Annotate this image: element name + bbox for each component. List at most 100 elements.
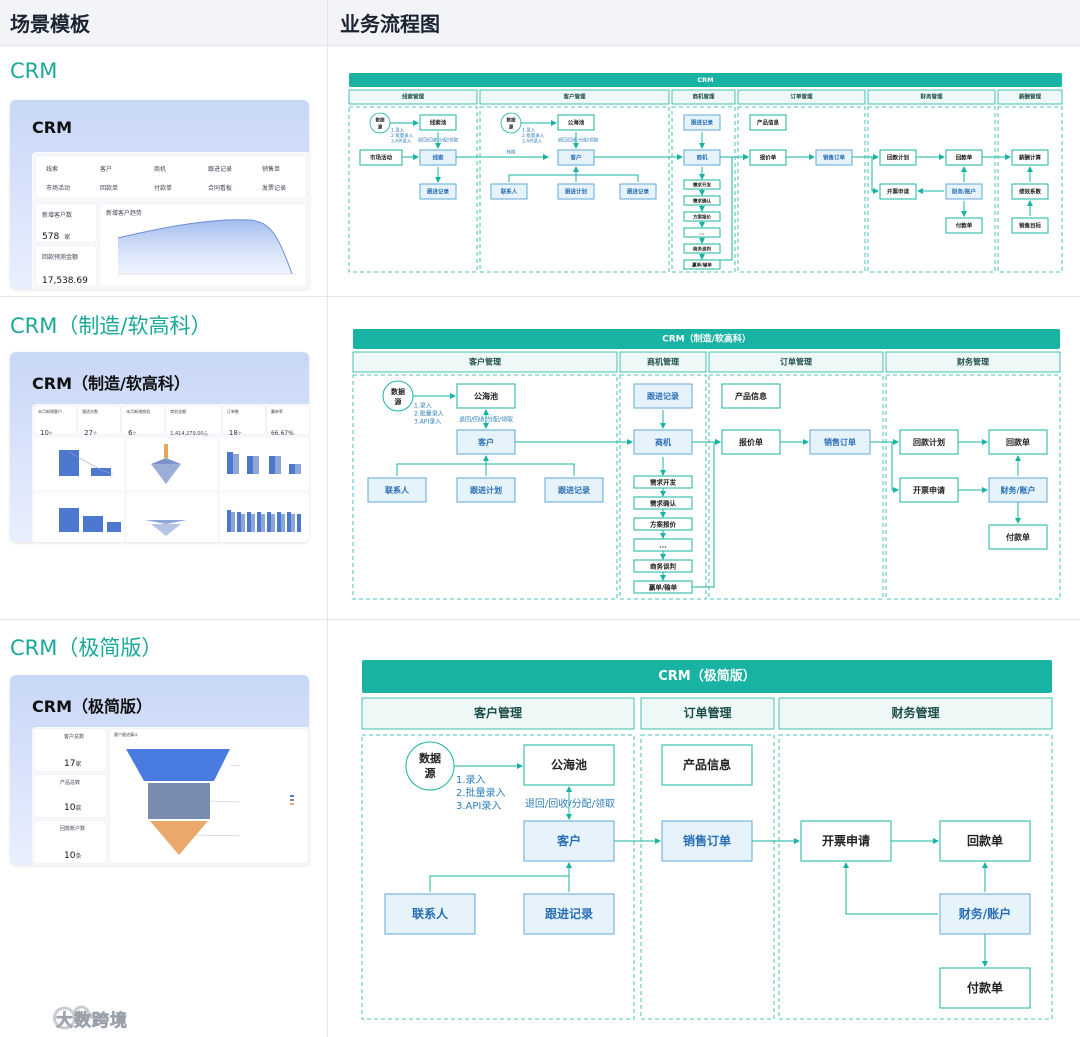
entry-label: 1.录入 (522, 127, 536, 134)
stat-unit: 元 (203, 431, 208, 436)
stat-unit: 个 (132, 431, 137, 436)
flow-arrow (429, 862, 572, 892)
entry-label: 3.API录入 (522, 138, 543, 145)
section-header-label: 订单管理 (780, 357, 812, 367)
stat-card: 跟进次数 27个 (78, 406, 121, 437)
stat-card: 客户总数 17家 (34, 729, 106, 771)
thumbnail-title: CRM (32, 118, 72, 137)
nav-item[interactable]: 线索 (36, 164, 90, 173)
stat-card: 回款账户数 10条 (34, 821, 106, 863)
stat-value: 10 (64, 851, 76, 861)
node-opp-follow-label: 跟进记录 (691, 119, 714, 127)
stat-value: 1,414,279.00 (170, 431, 204, 437)
node-contact-label: 联系人 (412, 906, 449, 921)
node-product-label: 产品信息 (735, 391, 767, 401)
stat-label: 客户总数 (64, 734, 85, 740)
row-divider (0, 619, 1080, 620)
stat-unit: 家 (64, 234, 71, 241)
node-stage-label: 商务谈判 (693, 246, 711, 253)
stat-label: 本月新增商机 (126, 409, 151, 414)
node-quote-label: 报价单 (739, 437, 763, 447)
stat-unit: 条 (75, 853, 82, 860)
stat-value: 10 (64, 803, 76, 813)
entry-label: 2.批量录入 (456, 786, 506, 799)
entry-label: 1.录入 (414, 402, 432, 410)
section-header-label: 客户管理 (562, 93, 586, 101)
entry-label: 2.批量录入 (522, 132, 545, 139)
nav-item[interactable]: 跟进记录 (198, 164, 252, 173)
scene-thumbnail-crm-manufacturing[interactable]: CRM（制造/软高科） 本月新增客户 10个 跟进次数 27个 本月新增商机 6个 商… (10, 352, 309, 542)
stat-label: 商机金额 (170, 409, 187, 414)
node-product-label: 产品信息 (757, 119, 780, 127)
node-stage-label: 方案报价 (650, 520, 677, 529)
nav-item[interactable]: 市场活动 (36, 183, 90, 192)
stat-unit: 个 (92, 431, 97, 436)
stat-value: 578 (42, 232, 60, 242)
node-opp-label: 商机 (696, 154, 708, 162)
node-cust-follow-label: 跟进记录 (627, 188, 650, 196)
node-stage-label: 需求开发 (650, 478, 677, 487)
entry-label: 1.录入 (456, 774, 486, 786)
scene-title-crm-manufacturing[interactable]: CRM（制造/软高科） (10, 310, 211, 340)
nav-item[interactable]: 商机 (144, 164, 198, 173)
node-contact-label: 联系人 (501, 188, 518, 196)
node-stage-label: 赢单/输单 (692, 262, 712, 269)
datasource-label: 数据 (419, 751, 441, 765)
node-product-label: 产品信息 (683, 757, 731, 772)
node-sales-label: 销售订单 (683, 833, 731, 848)
node-plan-label: 跟进计划 (470, 485, 502, 495)
nav-item[interactable]: 发票记录 (252, 183, 306, 192)
scene-title-crm[interactable]: CRM (10, 59, 57, 83)
convert-label: 转换 (507, 149, 516, 156)
section-header-label: 商机管理 (647, 357, 679, 367)
node-stage-label: ... (659, 542, 666, 550)
stat-value: 17 (64, 759, 76, 769)
stat-label: 回款预测金额 (42, 254, 79, 261)
flow-arrow (871, 157, 879, 194)
reassign-label: 退回/回收/分配/领取 (558, 137, 599, 144)
node-market-label: 市场活动 (370, 154, 393, 162)
funnel-chart (126, 749, 294, 855)
flow-crm-lite: CRM（极简版） 客户管理 订单管理 财务管理 数据源 公海池 客户 联系人 跟进记录 产品信息销… (360, 658, 1056, 1024)
node-target-label: 销售目标 (1019, 222, 1042, 230)
node-plan-label: 跟进计划 (565, 188, 588, 196)
trend-chart-card: 新增客户趋势 (100, 204, 306, 286)
entry-label: 3.API录入 (391, 138, 412, 145)
node-opp-label: 商机 (655, 437, 671, 447)
datasource-label: 源 (509, 124, 514, 131)
swimlane (348, 106, 478, 273)
nav-item[interactable]: 回款单 (90, 183, 144, 192)
section-header-label: 客户管理 (473, 705, 522, 720)
stat-unit: 个 (48, 431, 53, 436)
stat-value: 18 (228, 429, 238, 437)
node-customer-label: 客户 (569, 154, 581, 162)
node-invoice-label: 开票申请 (887, 188, 910, 196)
scene-title-crm-lite[interactable]: CRM（极简版） (10, 632, 162, 662)
node-opp-follow-label: 跟进记录 (647, 391, 679, 401)
nav-item[interactable]: 客户 (90, 164, 144, 173)
stat-label: 回款账户数 (60, 826, 86, 832)
nav-item[interactable]: 销售单 (252, 164, 306, 173)
node-stage-label: 需求确认 (650, 499, 677, 508)
node-salary-label: 薪酬计算 (1019, 154, 1042, 162)
datasource-circle (405, 741, 455, 791)
entry-label: 1.录入 (391, 127, 405, 134)
funnel-card: 客户跟进漏斗 (110, 729, 308, 863)
stat-card: 商机金额 1,414,279.00元 (166, 406, 221, 437)
stat-label: 赢单率 (270, 409, 283, 414)
node-stage-label: 赢单/输单 (649, 583, 678, 592)
node-account-label: 财务/账户 (1000, 485, 1036, 495)
node-follow-label: 跟进记录 (545, 906, 593, 921)
nav-item[interactable]: 合同看板 (198, 183, 252, 192)
header-flow-chart: 业务流程图 (340, 12, 440, 36)
scene-thumbnail-crm-lite[interactable]: CRM（极简版） 客户总数 17家 产品总数 10款 回款账户数 10条 客户跟… (10, 675, 309, 865)
stat-value: 66.67% (270, 430, 294, 437)
nav-item[interactable]: 付款单 (144, 183, 198, 192)
scene-thumbnail-crm[interactable]: CRM 线索 客户 商机 跟进记录 销售单 市场活动 回款单 付款单 合同看板 … (10, 100, 309, 289)
stat-unit: 款 (75, 805, 82, 812)
section-header-label: 薪酬管理 (1019, 93, 1042, 101)
node-contact-label: 联系人 (385, 485, 410, 495)
section-header-label: 商机管理 (692, 93, 715, 101)
node-customer-label: 客户 (556, 833, 581, 848)
node-refund-label: 回款单 (967, 833, 1003, 848)
